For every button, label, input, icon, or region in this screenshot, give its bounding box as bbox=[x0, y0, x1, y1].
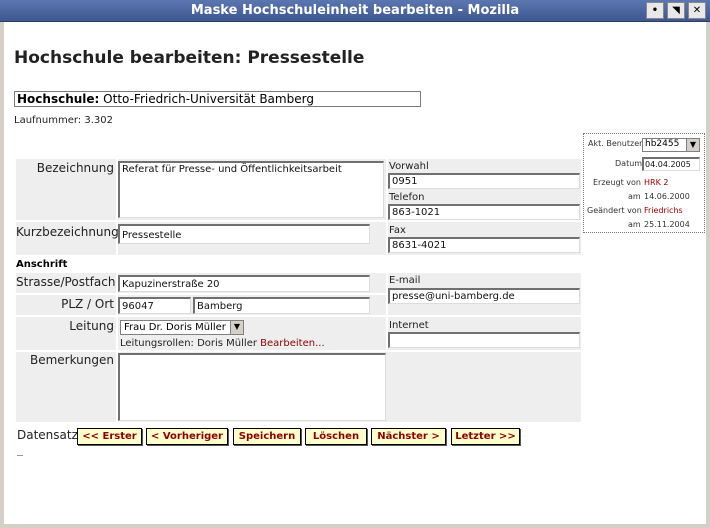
erzeugt-am-label: am bbox=[628, 192, 641, 201]
geaendert-value: Friedrichs bbox=[644, 206, 683, 215]
datensatz-label: Datensatz bbox=[17, 428, 78, 442]
internet-label: Internet bbox=[389, 320, 429, 331]
datum-label: Datum bbox=[615, 159, 643, 168]
window-controls: • ◥ ✕ bbox=[646, 2, 706, 19]
vorwahl-label: Vorwahl bbox=[389, 161, 429, 172]
divider bbox=[17, 455, 23, 456]
geaendert-am-label: am bbox=[628, 220, 641, 229]
previous-record-button[interactable]: < Vorheriger bbox=[146, 428, 228, 445]
kurzbezeichnung-label: Kurzbezeichnung bbox=[16, 225, 119, 239]
email-field[interactable]: presse@uni-bamberg.de bbox=[388, 288, 580, 304]
benutzer-selected: hb2455 bbox=[645, 139, 680, 149]
hochschule-display: Hochschule: Otto-Friedrich-Universität B… bbox=[14, 91, 421, 107]
strasse-field[interactable]: Kapuzinerstraße 20 bbox=[118, 275, 370, 292]
bemerkungen-label: Bemerkungen bbox=[29, 353, 114, 367]
datum-field[interactable]: 04.04.2005 bbox=[642, 157, 700, 171]
maximize-icon[interactable]: ◥ bbox=[667, 2, 685, 19]
leitung-select[interactable]: Frau Dr. Doris Müller ▼ bbox=[120, 320, 244, 335]
metadata-box: Akt. Benutzer hb2455 ▼ Datum 04.04.2005 … bbox=[583, 133, 705, 233]
benutzer-select[interactable]: hb2455 ▼ bbox=[642, 138, 700, 152]
leitung-label: Leitung bbox=[69, 319, 114, 333]
vorwahl-field[interactable]: 0951 bbox=[388, 173, 580, 189]
delete-button[interactable]: Löschen bbox=[305, 428, 367, 445]
erzeugt-am-value: 14.06.2000 bbox=[644, 192, 690, 201]
window-titlebar: Maske Hochschuleinheit bearbeiten - Mozi… bbox=[0, 0, 710, 22]
strasse-label: Strasse/Postfach bbox=[16, 275, 116, 289]
leitungsrollen-text: Leitungsrollen: Doris Müller bbox=[120, 338, 257, 349]
close-icon[interactable]: ✕ bbox=[688, 2, 706, 19]
plz-field[interactable]: 96047 bbox=[118, 297, 191, 314]
geaendert-label: Geändert von bbox=[587, 206, 642, 215]
chevron-down-icon: ▼ bbox=[230, 321, 243, 334]
next-record-button[interactable]: Nächster > bbox=[371, 428, 446, 445]
hochschule-label: Hochschule: bbox=[17, 92, 100, 106]
bemerkungen-field[interactable] bbox=[118, 353, 386, 421]
email-label: E-mail bbox=[389, 275, 421, 286]
anschrift-heading: Anschrift bbox=[16, 259, 68, 270]
last-record-button[interactable]: Letzter >> bbox=[451, 428, 520, 445]
first-record-button[interactable]: << Erster bbox=[77, 428, 142, 445]
page-title: Hochschule bearbeiten: Pressestelle bbox=[14, 48, 365, 68]
menu-icon[interactable]: • bbox=[646, 2, 664, 19]
laufnummer-value: 3.302 bbox=[84, 115, 114, 126]
internet-field[interactable] bbox=[388, 332, 580, 348]
ort-field[interactable]: Bamberg bbox=[193, 297, 370, 314]
bezeichnung-field[interactable]: Referat für Presse- und Öffentlichkeitsa… bbox=[118, 161, 384, 218]
laufnummer: Laufnummer: 3.302 bbox=[14, 115, 113, 126]
fax-label: Fax bbox=[389, 225, 406, 236]
bearbeiten-link[interactable]: Bearbeiten... bbox=[260, 338, 324, 349]
hochschule-value: Otto-Friedrich-Universität Bamberg bbox=[103, 92, 314, 106]
geaendert-am-value: 25.11.2004 bbox=[644, 220, 690, 229]
erzeugt-value: HRK 2 bbox=[644, 178, 669, 187]
benutzer-label: Akt. Benutzer bbox=[588, 139, 643, 148]
window-title: Maske Hochschuleinheit bearbeiten - Mozi… bbox=[190, 3, 520, 18]
laufnummer-label: Laufnummer: bbox=[14, 115, 82, 126]
bezeichnung-label: Bezeichnung bbox=[36, 161, 114, 175]
telefon-label: Telefon bbox=[389, 192, 425, 203]
leitungsrollen: Leitungsrollen: Doris Müller Bearbeiten.… bbox=[120, 338, 325, 349]
chevron-down-icon: ▼ bbox=[686, 139, 699, 151]
erzeugt-label: Erzeugt von bbox=[593, 178, 641, 187]
fax-field[interactable]: 8631-4021 bbox=[388, 237, 580, 253]
telefon-field[interactable]: 863-1021 bbox=[388, 204, 580, 220]
leitung-selected: Frau Dr. Doris Müller bbox=[124, 322, 226, 333]
kurzbezeichnung-field[interactable]: Pressestelle bbox=[118, 224, 370, 244]
save-button[interactable]: Speichern bbox=[233, 428, 301, 445]
plz-ort-label: PLZ / Ort bbox=[61, 297, 114, 311]
